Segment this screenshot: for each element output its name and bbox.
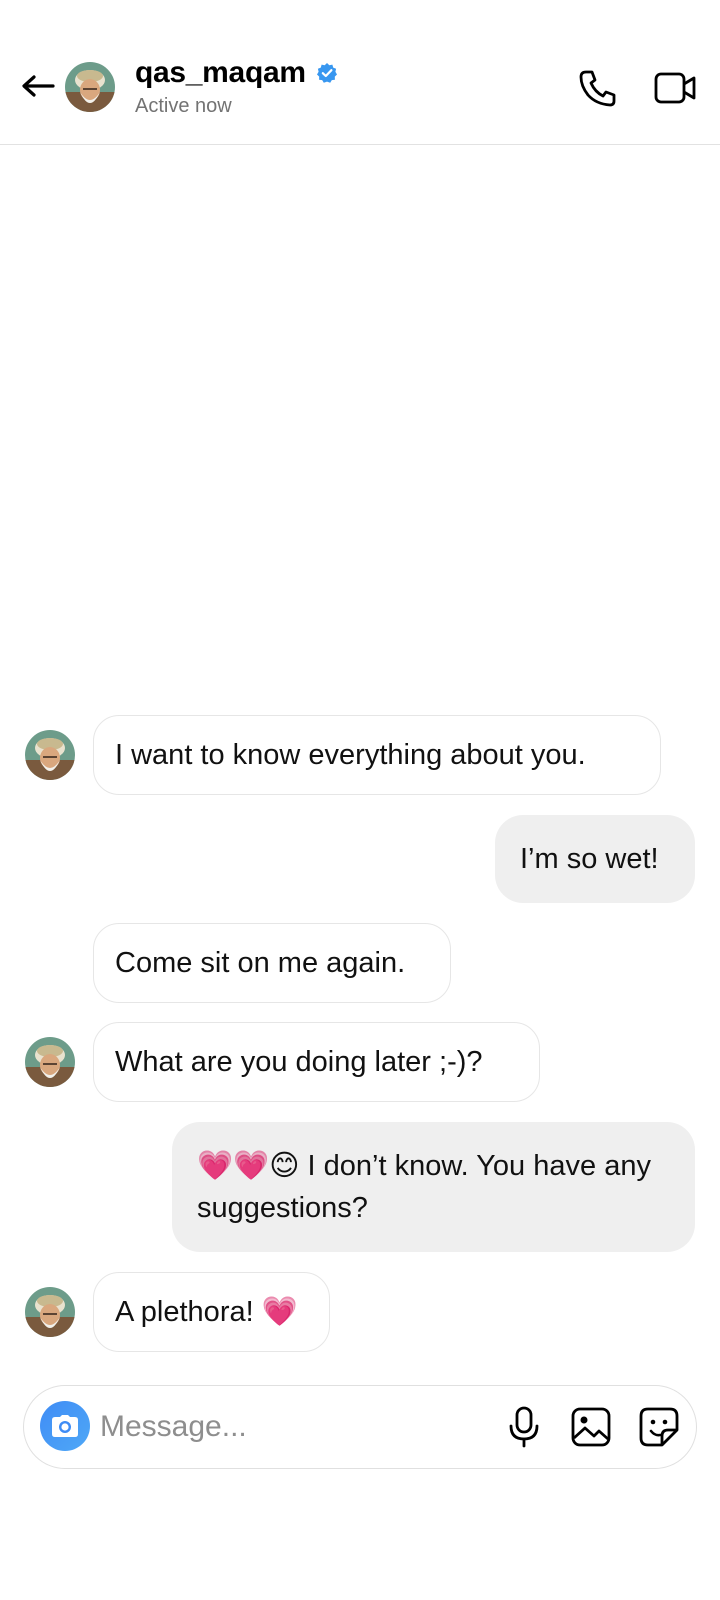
- image-gallery-icon: [571, 1407, 611, 1447]
- incoming-message-bubble[interactable]: What are you doing later ;-)?: [93, 1022, 540, 1102]
- microphone-icon: [509, 1406, 539, 1448]
- incoming-message-bubble[interactable]: I want to know everything about you.: [93, 715, 661, 795]
- audio-call-button[interactable]: [578, 68, 618, 108]
- message-text: A plethora! 💗: [115, 1296, 298, 1328]
- message-text-line: 💗💗😊 I don’t know. You have any: [197, 1150, 651, 1182]
- username-label[interactable]: qas_maqam: [135, 56, 338, 90]
- back-button[interactable]: [20, 68, 56, 104]
- chat-screen: qas_maqam Active now I want to know ever…: [0, 0, 720, 1600]
- back-arrow-icon: [22, 75, 55, 97]
- username-text: qas_maqam: [135, 56, 306, 89]
- message-text: What are you doing later ;-)?: [115, 1045, 483, 1078]
- sticker-button[interactable]: [638, 1406, 680, 1448]
- message-composer: [23, 1385, 697, 1469]
- voice-message-button[interactable]: [506, 1406, 542, 1448]
- message-input[interactable]: [100, 1402, 480, 1452]
- avatar[interactable]: [25, 1287, 75, 1337]
- incoming-message-bubble[interactable]: A plethora! 💗: [93, 1272, 330, 1352]
- video-camera-icon: [654, 72, 696, 104]
- video-call-button[interactable]: [654, 68, 698, 108]
- outgoing-message-bubble[interactable]: I’m so wet!: [495, 815, 695, 903]
- verified-badge-icon: [316, 62, 338, 84]
- message-text: Come sit on me again.: [115, 946, 406, 979]
- phone-icon: [579, 70, 616, 107]
- message-text: I’m so wet!: [520, 842, 659, 875]
- camera-button[interactable]: [40, 1401, 90, 1451]
- active-status: Active now: [135, 95, 232, 117]
- sticker-icon: [639, 1407, 679, 1447]
- camera-icon: [52, 1415, 78, 1437]
- gallery-button[interactable]: [570, 1406, 612, 1448]
- chat-header: qas_maqam Active now: [0, 0, 720, 145]
- avatar[interactable]: [25, 1037, 75, 1087]
- avatar[interactable]: [65, 62, 115, 112]
- message-text-line: suggestions?: [197, 1192, 368, 1224]
- avatar[interactable]: [25, 730, 75, 780]
- incoming-message-bubble[interactable]: Come sit on me again.: [93, 923, 451, 1003]
- outgoing-message-bubble[interactable]: 💗💗😊 I don’t know. You have any suggestio…: [172, 1122, 695, 1252]
- message-text: I want to know everything about you.: [115, 738, 586, 771]
